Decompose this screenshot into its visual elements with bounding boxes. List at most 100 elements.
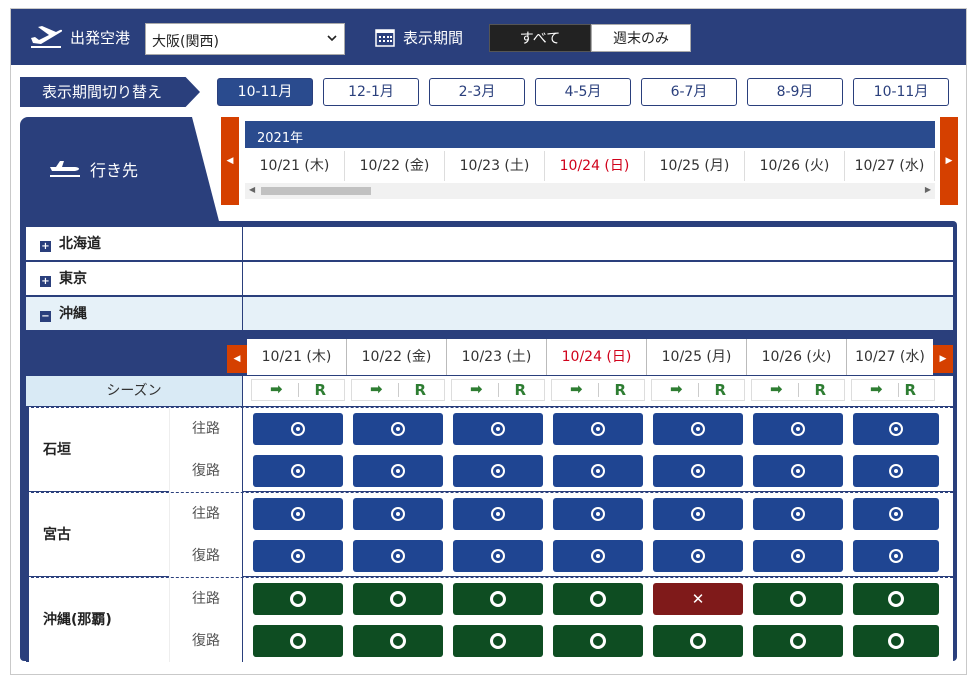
departure-select[interactable]: 大阪(関西) (145, 23, 345, 55)
period-tab-oct-nov[interactable]: 10-11月 (217, 78, 313, 106)
availability-cell[interactable] (353, 625, 443, 657)
availability-cell[interactable] (653, 455, 743, 487)
availability-cell[interactable] (553, 583, 643, 615)
date-header: 10/22 (金) (347, 339, 447, 375)
divider (698, 383, 699, 397)
availability-cell[interactable] (753, 413, 843, 445)
scroll-left-icon[interactable]: ◀ (249, 185, 255, 194)
availability-cell[interactable] (653, 413, 743, 445)
divider (298, 383, 299, 397)
target-circle-icon (791, 507, 805, 521)
period-tab-oct-nov-next[interactable]: 10-11月 (853, 78, 949, 106)
availability-cell[interactable] (253, 498, 343, 530)
availability-cell[interactable] (353, 583, 443, 615)
availability-cell[interactable] (553, 498, 643, 530)
target-circle-icon (791, 422, 805, 436)
availability-cell[interactable] (853, 413, 939, 445)
unavailable-cell[interactable]: ✕ (653, 583, 743, 615)
availability-cell[interactable] (453, 455, 543, 487)
destination-label: 行き先 (90, 161, 139, 180)
page-frame: 出発空港 大阪(関西) 表示期間 すべて 週末のみ 表示期間切り替え 10-11… (10, 8, 967, 675)
availability-cell[interactable] (353, 455, 443, 487)
scrollbar-thumb[interactable] (261, 187, 371, 195)
target-circle-icon (889, 422, 903, 436)
availability-cell[interactable] (753, 625, 843, 657)
region-row-okinawa[interactable]: − 沖縄 (26, 297, 953, 331)
availability-cell[interactable] (853, 498, 939, 530)
circle-icon (590, 633, 606, 649)
collapse-icon[interactable]: − (40, 311, 51, 322)
target-circle-icon (691, 507, 705, 521)
target-circle-icon (291, 422, 305, 436)
target-circle-icon (791, 549, 805, 563)
region-row-tokyo[interactable]: + 東京 (26, 262, 953, 296)
return-r-icon: R (614, 381, 626, 399)
availability-cell[interactable] (353, 498, 443, 530)
period-tab-aug-sep[interactable]: 8-9月 (747, 78, 843, 106)
target-circle-icon (889, 464, 903, 478)
prev-dates-button[interactable]: ◀ (221, 117, 239, 205)
target-circle-icon (491, 549, 505, 563)
airplane-takeoff-icon (31, 26, 63, 48)
divider (598, 383, 599, 397)
expand-icon[interactable]: + (40, 276, 51, 287)
expand-icon[interactable]: + (40, 241, 51, 252)
availability-cell[interactable] (753, 583, 843, 615)
filter-all-button[interactable]: すべて (489, 24, 591, 52)
availability-cell[interactable] (653, 498, 743, 530)
availability-cell[interactable] (453, 413, 543, 445)
date-header: 10/23 (土) (447, 339, 547, 375)
target-circle-icon (491, 507, 505, 521)
date-header: 10/21 (木) (245, 151, 345, 181)
outbound-arrow-icon: ➡ (370, 380, 383, 398)
period-tab-dec-jan[interactable]: 12-1月 (323, 78, 419, 106)
availability-cell[interactable] (553, 455, 643, 487)
region-row-hokkaido[interactable]: + 北海道 (26, 227, 953, 261)
target-circle-icon (291, 464, 305, 478)
availability-cell[interactable] (553, 413, 643, 445)
availability-cell[interactable] (253, 413, 343, 445)
target-circle-icon (491, 422, 505, 436)
inner-next-button[interactable]: ▶ (933, 345, 953, 373)
date-header: 10/27 (水) (855, 349, 925, 365)
availability-cell[interactable] (753, 540, 843, 572)
period-tab-jun-jul[interactable]: 6-7月 (641, 78, 737, 106)
inner-prev-button[interactable]: ◀ (227, 345, 247, 373)
availability-cell[interactable] (453, 498, 543, 530)
target-circle-icon (391, 422, 405, 436)
availability-cell[interactable] (453, 540, 543, 572)
departure-label: 出発空港 (70, 29, 131, 47)
date-header-holiday: 10/24 (日) (545, 151, 645, 181)
period-tab-apr-may[interactable]: 4-5月 (535, 78, 631, 106)
season-cell: ➡ R (751, 379, 845, 401)
airplane-icon (50, 161, 80, 177)
availability-cell[interactable] (753, 455, 843, 487)
target-circle-icon (391, 507, 405, 521)
availability-cell[interactable] (853, 455, 939, 487)
filter-weekend-button[interactable]: 週末のみ (591, 24, 691, 52)
availability-cell[interactable] (753, 498, 843, 530)
availability-cell[interactable] (353, 540, 443, 572)
availability-cell[interactable] (853, 625, 939, 657)
target-circle-icon (889, 549, 903, 563)
availability-cell[interactable] (553, 540, 643, 572)
availability-cell[interactable] (253, 625, 343, 657)
availability-cell[interactable] (253, 540, 343, 572)
availability-cell[interactable] (253, 455, 343, 487)
period-tab-feb-mar[interactable]: 2-3月 (429, 78, 525, 106)
area-name: 石垣 (26, 408, 169, 492)
outbound-label: 往路 (169, 578, 243, 620)
availability-cell[interactable] (853, 583, 939, 615)
next-dates-button[interactable]: ▶ (940, 117, 958, 205)
availability-cell[interactable] (253, 583, 343, 615)
horizontal-scrollbar[interactable]: ◀ ▶ (245, 183, 935, 199)
scroll-right-icon[interactable]: ▶ (925, 185, 931, 194)
availability-cell[interactable] (353, 413, 443, 445)
availability-cell[interactable] (653, 540, 743, 572)
availability-cell[interactable] (453, 625, 543, 657)
availability-cell[interactable] (453, 583, 543, 615)
availability-cell[interactable] (853, 540, 939, 572)
availability-cell[interactable] (653, 625, 743, 657)
availability-cell[interactable] (553, 625, 643, 657)
divider (398, 383, 399, 397)
